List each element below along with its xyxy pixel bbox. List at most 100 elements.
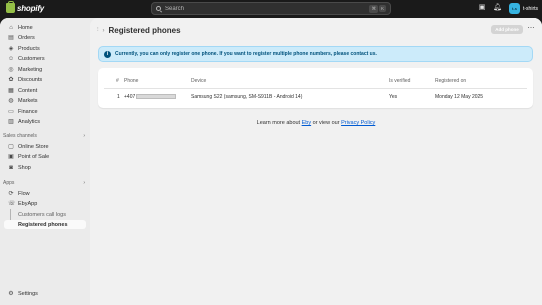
sidebar-item-marketing[interactable]: ◎ Marketing (4, 65, 86, 74)
point-of-sale-icon: ▣ (8, 154, 14, 160)
sidebar-item-label: Products (18, 45, 40, 52)
orders-icon: ▤ (8, 35, 14, 41)
sidebar-item-content[interactable]: ▦ Content (4, 86, 86, 95)
sidebar-item-label: Online Store (18, 143, 49, 150)
marketing-icon: ◎ (8, 66, 14, 73)
finance-icon: ▭ (8, 108, 14, 115)
notifications-bell-icon[interactable]: 🔔︎ (493, 4, 502, 12)
column-header-verified: Is verified (389, 78, 411, 84)
phones-table: # Phone Device Is verified Registered on… (98, 68, 533, 108)
sidebar: ⌂ Home ▤ Orders ◈ Products ☺ Customers ◎ Mark… (0, 18, 90, 305)
home-icon: ⌂ (9, 24, 13, 31)
sidebar-item-label: Finance (18, 108, 38, 115)
top-bar: shopify ⌘ K ▣ 🔔︎ t-s t-shirts (0, 0, 542, 18)
sidebar-item-flow[interactable]: ⟳ Flow (4, 189, 86, 198)
sidebar-item-label: Settings (18, 290, 38, 297)
sidebar-item-home[interactable]: ⌂ Home (4, 23, 86, 32)
store-name: t-shirts (523, 5, 538, 12)
sidebar-item-markets[interactable]: ◍ Markets (4, 97, 86, 106)
column-header-device: Device (191, 78, 207, 84)
shop-icon: ◙ (9, 164, 13, 171)
products-icon: ◈ (8, 45, 14, 52)
column-header-phone: Phone (124, 78, 139, 84)
main-content: ⫶ › Registered phones Add phone ⋯ i Curr… (90, 18, 542, 305)
more-actions-icon[interactable]: ⋯ (526, 25, 536, 34)
sidebar-item-label: Content (18, 87, 38, 94)
gear-icon: ⚙ (8, 290, 14, 297)
sidebar-item-products[interactable]: ◈ Products (4, 44, 86, 53)
chevron-right-icon: › (83, 133, 85, 139)
banner-text: Currently, you can only register one pho… (115, 51, 377, 57)
eby-link[interactable]: Eby (302, 120, 311, 126)
privacy-policy-link[interactable]: Privacy Policy (341, 120, 375, 126)
column-header-registered-on: Registered on (435, 78, 467, 84)
sidebar-item-label: Registered phones (18, 221, 68, 228)
sidebar-item-orders[interactable]: ▤ Orders (4, 34, 86, 43)
search-bar[interactable]: ⌘ K (151, 2, 391, 15)
page-header: ⫶ › Registered phones (97, 26, 181, 35)
chevron-right-icon: › (102, 27, 105, 34)
sidebar-item-customers-call-logs[interactable]: Customers call logs (4, 210, 86, 219)
sidebar-item-label: Orders (18, 35, 35, 41)
phone-number-text: +407 (124, 94, 136, 100)
sidebar-item-label: Flow (18, 190, 30, 197)
cell-registered-on: Monday 12 May 2025 (435, 94, 484, 100)
sidebar-item-shop[interactable]: ◙ Shop (4, 163, 86, 172)
sidebar-item-customers[interactable]: ☺ Customers (4, 55, 86, 64)
cell-phone: +407 (124, 94, 177, 100)
add-phone-button[interactable]: Add phone (491, 25, 523, 34)
footer-middle: or view our (312, 120, 340, 126)
footer-prefix: Learn more about (256, 120, 301, 126)
sidebar-item-point-of-sale[interactable]: ▣ Point of Sale (4, 153, 86, 162)
cell-verified: Yes (389, 94, 398, 100)
table-divider (104, 88, 527, 89)
section-heading-label: Apps (3, 180, 15, 186)
info-banner: i Currently, you can only register one p… (98, 46, 533, 62)
store-avatar: t-s (509, 3, 520, 14)
sidebar-item-discounts[interactable]: ✿ Discounts (4, 76, 86, 85)
shortcut-key-cmd: ⌘ (369, 4, 378, 13)
sales-channels-heading[interactable]: Sales channels › (3, 133, 85, 139)
sidebar-item-ebyapp[interactable]: ☏ EbyApp (4, 200, 86, 209)
sidebar-item-settings[interactable]: ⚙ Settings (4, 289, 86, 298)
sidebar-item-analytics[interactable]: ▥ Analytics (4, 118, 86, 127)
sidebar-item-label: Analytics (18, 119, 41, 125)
sidebar-item-label: Customers (18, 56, 45, 62)
admin-shell: ⌂ Home ▤ Orders ◈ Products ☺ Customers ◎ Mark… (0, 18, 542, 305)
sidebar-item-label: Markets (18, 98, 38, 104)
sidebar-item-online-store[interactable]: ▢ Online Store (4, 142, 86, 151)
sidebar-item-label: Customers call logs (18, 211, 66, 218)
content-icon: ▦ (8, 87, 14, 94)
analytics-icon: ▥ (8, 119, 14, 125)
shopify-logo[interactable]: shopify (6, 1, 45, 13)
customers-icon: ☺ (8, 56, 15, 62)
sidebar-item-registered-phones[interactable]: Registered phones (4, 220, 86, 229)
store-switch-icon[interactable]: ▣ (478, 4, 486, 12)
sidebar-item-label: EbyApp (18, 201, 38, 207)
store-menu[interactable]: t-s t-shirts (509, 3, 538, 14)
sidebar-item-label: Home (18, 24, 33, 31)
redacted-block (136, 94, 177, 100)
shortcut-key-k: K (378, 5, 386, 12)
sidebar-item-finance[interactable]: ▭ Finance (4, 107, 86, 116)
info-icon: i (104, 50, 111, 58)
flow-icon: ⟳ (8, 190, 14, 197)
footer-text: Learn more about Eby or view our Privacy… (90, 120, 542, 126)
sidebar-item-label: Point of Sale (18, 154, 50, 160)
shopify-bag-icon (6, 1, 15, 13)
sidebar-toggle-icon[interactable]: ⫶ (97, 27, 99, 34)
cell-index: 1 (117, 94, 120, 100)
discounts-icon: ✿ (8, 77, 14, 83)
apps-heading[interactable]: Apps › (3, 180, 85, 186)
sidebar-item-label: Shop (18, 164, 31, 171)
online-store-icon: ▢ (8, 143, 14, 150)
page-title: Registered phones (108, 26, 181, 35)
sidebar-item-label: Discounts (18, 77, 43, 83)
search-input[interactable] (165, 5, 369, 12)
logo-text: shopify (17, 3, 45, 13)
sidebar-item-label: Marketing (18, 66, 43, 73)
chevron-right-icon: › (83, 180, 85, 186)
cell-device: Samsung S22 (samsung, SM-S911B - Android… (191, 94, 303, 100)
